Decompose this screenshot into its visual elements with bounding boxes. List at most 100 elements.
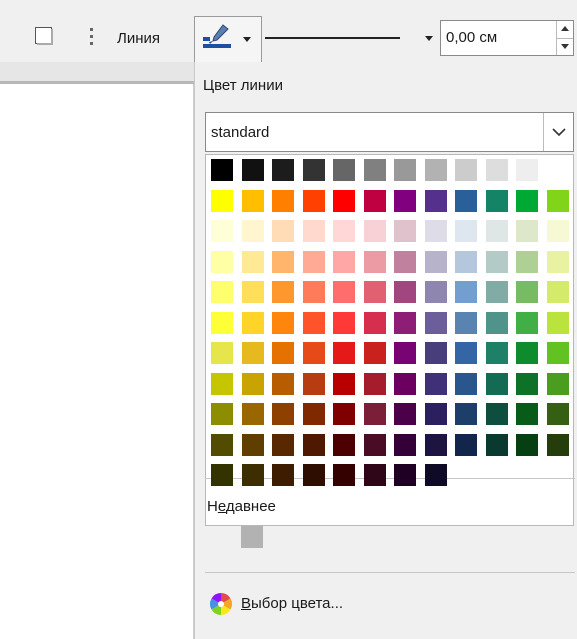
color-swatch[interactable]: [424, 403, 447, 425]
color-swatch[interactable]: [546, 342, 569, 364]
color-swatch[interactable]: [241, 159, 264, 181]
color-swatch[interactable]: [241, 372, 264, 395]
color-swatch[interactable]: [516, 189, 538, 212]
color-swatch[interactable]: [363, 433, 386, 456]
color-swatch[interactable]: [516, 220, 538, 242]
color-swatch[interactable]: [302, 464, 325, 486]
color-swatch[interactable]: [485, 189, 508, 212]
color-swatch[interactable]: [516, 281, 538, 303]
color-swatch[interactable]: [211, 464, 233, 486]
color-swatch[interactable]: [455, 189, 477, 212]
color-swatch[interactable]: [241, 250, 264, 273]
color-swatch[interactable]: [485, 159, 508, 181]
color-swatch[interactable]: [424, 464, 447, 486]
color-swatch[interactable]: [333, 189, 355, 212]
color-swatch[interactable]: [546, 189, 569, 212]
color-swatch[interactable]: [424, 281, 447, 303]
color-swatch[interactable]: [394, 311, 416, 334]
color-swatch[interactable]: [211, 281, 233, 303]
color-swatch[interactable]: [272, 403, 294, 425]
color-swatch[interactable]: [363, 311, 386, 334]
color-swatch[interactable]: [272, 159, 294, 181]
color-swatch[interactable]: [394, 342, 416, 364]
color-swatch[interactable]: [302, 250, 325, 273]
color-swatch[interactable]: [516, 342, 538, 364]
recent-color-swatch[interactable]: [241, 526, 263, 548]
color-swatch[interactable]: [394, 372, 416, 395]
color-swatch[interactable]: [485, 342, 508, 364]
color-swatch[interactable]: [302, 311, 325, 334]
color-swatch[interactable]: [241, 433, 264, 456]
square-icon[interactable]: [33, 25, 53, 45]
color-swatch[interactable]: [363, 342, 386, 364]
color-swatch[interactable]: [424, 433, 447, 456]
color-swatch[interactable]: [363, 220, 386, 242]
color-swatch[interactable]: [272, 433, 294, 456]
color-swatch[interactable]: [211, 403, 233, 425]
color-swatch[interactable]: [333, 159, 355, 181]
color-swatch[interactable]: [546, 433, 569, 456]
color-swatch[interactable]: [211, 159, 233, 181]
color-swatch[interactable]: [363, 464, 386, 486]
color-swatch[interactable]: [394, 403, 416, 425]
color-swatch[interactable]: [485, 250, 508, 273]
color-swatch[interactable]: [302, 281, 325, 303]
color-swatch[interactable]: [333, 220, 355, 242]
color-swatch[interactable]: [394, 281, 416, 303]
color-swatch[interactable]: [272, 342, 294, 364]
color-swatch[interactable]: [211, 189, 233, 212]
color-swatch[interactable]: [455, 403, 477, 425]
color-swatch[interactable]: [455, 372, 477, 395]
color-swatch[interactable]: [546, 311, 569, 334]
color-swatch[interactable]: [302, 189, 325, 212]
color-swatch[interactable]: [394, 464, 416, 486]
color-swatch[interactable]: [455, 250, 477, 273]
color-swatch[interactable]: [394, 159, 416, 181]
color-swatch[interactable]: [241, 189, 264, 212]
color-swatch[interactable]: [241, 464, 264, 486]
color-swatch[interactable]: [272, 189, 294, 212]
custom-color-button[interactable]: Выбор цвета...: [205, 588, 455, 622]
color-swatch[interactable]: [211, 372, 233, 395]
color-swatch[interactable]: [333, 342, 355, 364]
color-swatch[interactable]: [333, 433, 355, 456]
color-swatch[interactable]: [424, 372, 447, 395]
line-style-dropdown[interactable]: [265, 24, 435, 50]
color-swatch[interactable]: [211, 250, 233, 273]
color-swatch[interactable]: [516, 159, 538, 181]
color-swatch[interactable]: [394, 220, 416, 242]
color-swatch[interactable]: [546, 281, 569, 303]
color-swatch[interactable]: [363, 281, 386, 303]
color-swatch[interactable]: [516, 250, 538, 273]
color-swatch[interactable]: [333, 311, 355, 334]
color-swatch[interactable]: [424, 159, 447, 181]
color-swatch[interactable]: [272, 220, 294, 242]
color-swatch[interactable]: [333, 281, 355, 303]
color-swatch[interactable]: [363, 159, 386, 181]
color-swatch[interactable]: [455, 281, 477, 303]
color-swatch[interactable]: [424, 311, 447, 334]
color-swatch[interactable]: [302, 403, 325, 425]
color-swatch[interactable]: [241, 281, 264, 303]
color-swatch[interactable]: [546, 403, 569, 425]
color-swatch[interactable]: [333, 403, 355, 425]
color-swatch[interactable]: [241, 220, 264, 242]
color-swatch[interactable]: [485, 311, 508, 334]
color-swatch[interactable]: [455, 159, 477, 181]
color-swatch[interactable]: [516, 433, 538, 456]
color-swatch[interactable]: [485, 220, 508, 242]
color-swatch[interactable]: [272, 311, 294, 334]
color-swatch[interactable]: [272, 464, 294, 486]
color-swatch[interactable]: [424, 189, 447, 212]
color-swatch[interactable]: [516, 372, 538, 395]
color-swatch[interactable]: [455, 433, 477, 456]
color-swatch[interactable]: [546, 220, 569, 242]
color-swatch[interactable]: [424, 220, 447, 242]
color-swatch[interactable]: [485, 281, 508, 303]
color-swatch[interactable]: [516, 311, 538, 334]
line-width-field[interactable]: 0,00 см: [440, 20, 574, 56]
color-swatch[interactable]: [302, 372, 325, 395]
color-swatch[interactable]: [211, 433, 233, 456]
color-swatch[interactable]: [333, 372, 355, 395]
color-swatch[interactable]: [455, 311, 477, 334]
